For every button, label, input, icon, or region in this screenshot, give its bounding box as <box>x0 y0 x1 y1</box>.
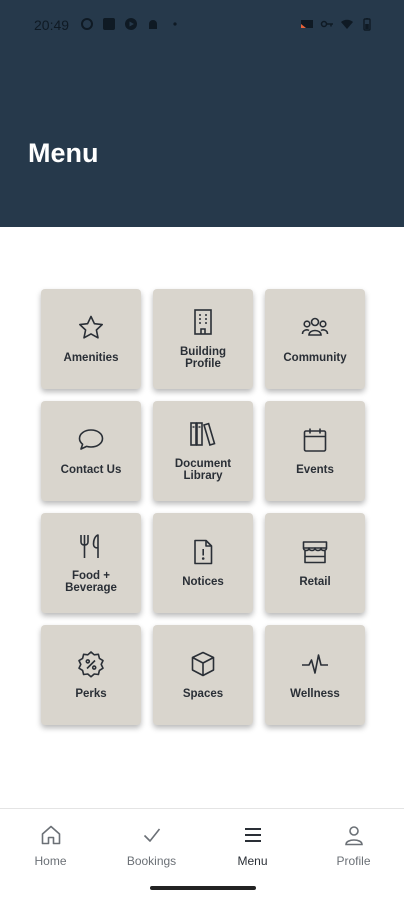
nav-item-profile[interactable]: Profile <box>303 809 404 878</box>
bottom-nav: Home Bookings Menu Profile <box>0 808 404 878</box>
tile-label: Perks <box>75 688 107 700</box>
chat-bubble-icon <box>78 429 104 450</box>
tile-label: Food + Beverage <box>65 570 117 594</box>
building-icon <box>194 309 212 335</box>
menu-icon <box>244 828 261 842</box>
menu-tile-notices[interactable]: Notices <box>153 513 253 613</box>
calendar-icon <box>303 428 327 452</box>
tile-label: Wellness <box>290 688 340 700</box>
play-icon <box>125 18 137 30</box>
nav-label-home: Home <box>34 854 67 868</box>
nav-label-profile: Profile <box>336 854 371 868</box>
android-icon <box>149 20 157 29</box>
tile-label: Notices <box>182 576 224 588</box>
menu-tile-community[interactable]: Community <box>265 289 365 389</box>
key-icon <box>320 20 333 28</box>
menu-tile-amenities[interactable]: Amenities <box>41 289 141 389</box>
header: 20:49 Menu <box>0 0 404 227</box>
menu-tile-events[interactable]: Events <box>265 401 365 501</box>
storefront-icon <box>302 541 328 564</box>
nav-item-menu[interactable]: Menu <box>202 809 303 878</box>
checkmark-icon <box>143 828 160 842</box>
menu-tile-perks[interactable]: Perks <box>41 625 141 725</box>
person-icon <box>344 826 363 846</box>
dot-icon <box>173 22 177 26</box>
tile-label: Document Library <box>174 458 232 482</box>
app-icon <box>103 18 115 30</box>
tile-label: Spaces <box>182 688 224 700</box>
settings-icon <box>81 18 93 30</box>
tile-label: Community <box>283 352 347 364</box>
menu-tile-spaces[interactable]: Spaces <box>153 625 253 725</box>
status-left-icons <box>80 17 182 31</box>
status-right-icons <box>300 17 374 31</box>
nav-label-menu: Menu <box>237 854 268 868</box>
menu-tile-wellness[interactable]: Wellness <box>265 625 365 725</box>
status-bar: 20:49 <box>0 0 404 50</box>
battery-icon <box>363 18 371 31</box>
notice-document-icon <box>194 539 213 565</box>
page-title: Menu <box>28 138 99 168</box>
nav-label-bookings: Bookings <box>126 854 177 868</box>
menu-tile-contact-us[interactable]: Contact Us <box>41 401 141 501</box>
menu-tile-retail[interactable]: Retail <box>265 513 365 613</box>
home-indicator[interactable] <box>150 886 256 890</box>
cast-icon <box>301 20 313 28</box>
tile-label: Events <box>296 464 334 476</box>
star-icon <box>79 315 103 339</box>
nav-item-bookings[interactable]: Bookings <box>101 809 202 878</box>
tile-label: Amenities <box>63 352 119 364</box>
books-icon <box>190 422 216 447</box>
discount-badge-icon <box>78 651 104 678</box>
tile-label: Retail <box>299 576 331 588</box>
fork-knife-icon <box>80 534 99 558</box>
tile-label: Contact Us <box>60 464 122 476</box>
cube-icon <box>191 651 215 677</box>
home-icon <box>41 825 60 845</box>
tile-label: Building Profile <box>180 346 226 370</box>
nav-item-home[interactable]: Home <box>0 809 101 878</box>
menu-grid: Amenities Building Profile Community Con… <box>41 289 365 725</box>
menu-tile-document-library[interactable]: Document Library <box>153 401 253 501</box>
menu-tile-building-profile[interactable]: Building Profile <box>153 289 253 389</box>
wifi-icon <box>341 19 353 29</box>
menu-tile-food-beverage[interactable]: Food + Beverage <box>41 513 141 613</box>
pulse-icon <box>302 654 328 674</box>
status-time: 20:49 <box>34 17 70 33</box>
people-icon <box>301 317 329 336</box>
